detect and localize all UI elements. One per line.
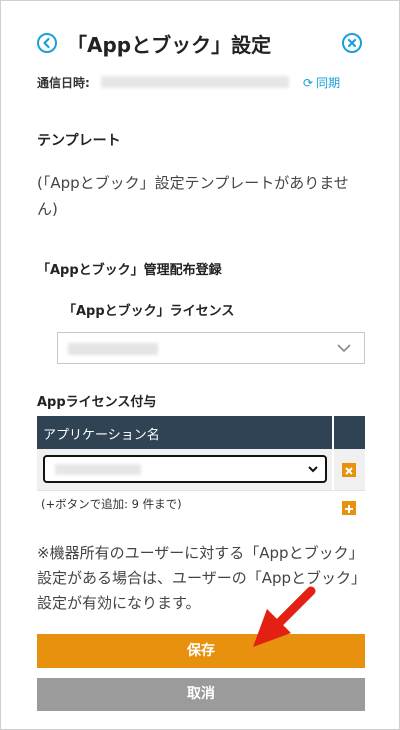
panel-header: 「Appとブック」設定: [1, 23, 399, 63]
chevron-down-icon: [308, 466, 318, 473]
page-title: 「Appとブック」設定: [67, 33, 272, 57]
table-row: [37, 449, 365, 491]
close-icon: [347, 38, 357, 48]
sync-button-label: 同期: [316, 76, 341, 90]
cancel-button[interactable]: 取消: [37, 678, 365, 711]
column-divider: [332, 449, 334, 490]
column-divider: [332, 416, 334, 449]
red-arrow-icon: [253, 586, 316, 647]
column-header-app-name: アプリケーション名: [43, 428, 160, 443]
app-select[interactable]: [43, 455, 327, 483]
plus-icon: [345, 505, 353, 513]
override-note: ※機器所有のユーザーに対する「Appとブック」設定がある場合は、ユーザーの「Ap…: [37, 544, 367, 612]
settings-panel: 「Appとブック」設定 通信日時: ⟳ 同期 テンプレート (「Appとブック」設…: [0, 0, 400, 730]
license-label: 「Appとブック」ライセンス: [63, 304, 235, 319]
close-button[interactable]: [342, 33, 362, 53]
mdm-heading: 「Appとブック」管理配布登録: [37, 263, 222, 278]
add-row-button[interactable]: [342, 501, 356, 515]
chevron-down-icon: [337, 344, 351, 353]
sync-button[interactable]: ⟳ 同期: [303, 74, 340, 91]
back-button[interactable]: [37, 33, 57, 53]
refresh-icon: ⟳: [303, 76, 314, 90]
license-select-value: [68, 343, 158, 355]
sync-row: 通信日時: ⟳ 同期: [37, 73, 367, 91]
app-select-value: [55, 464, 141, 475]
sync-time-label: 通信日時:: [37, 76, 90, 90]
assignment-table: アプリケーション名: [37, 416, 365, 491]
chevron-left-icon: [43, 37, 50, 49]
template-empty-message: (「Appとブック」設定テンプレートがありません): [37, 174, 349, 218]
add-limit-hint: (+ボタンで追加: 9 件まで): [41, 497, 182, 511]
license-select[interactable]: [57, 332, 365, 364]
assignment-heading: Appライセンス付与: [37, 395, 157, 410]
table-header-row: アプリケーション名: [37, 416, 365, 449]
close-icon: [345, 467, 353, 475]
delete-row-button[interactable]: [342, 463, 356, 477]
template-heading: テンプレート: [37, 133, 121, 149]
sync-time-value: [101, 76, 289, 88]
